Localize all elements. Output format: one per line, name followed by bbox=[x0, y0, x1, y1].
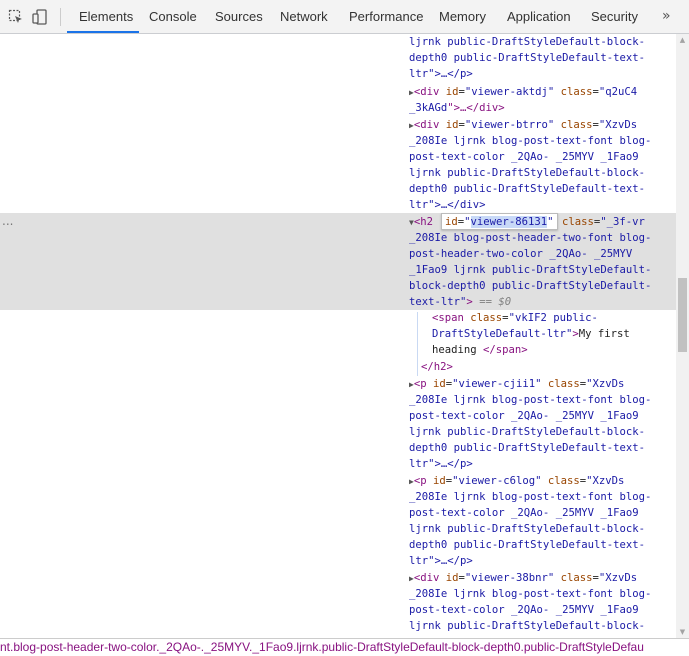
elements-tree: ... ljrnk public-DraftStyleDefault-block… bbox=[0, 34, 676, 638]
tree-line: depth0 public-DraftStyleDefault-text- bbox=[409, 52, 645, 64]
tree-line: post-header-two-color _2QAo- _25MYV bbox=[409, 248, 633, 260]
tree-line: ljrnk public-DraftStyleDefault-block- bbox=[409, 167, 645, 179]
active-tab-indicator bbox=[67, 31, 139, 33]
tree-line: _1Fao9 ljrnk public-DraftStyleDefault- bbox=[409, 264, 652, 276]
scroll-up-arrow-icon[interactable]: ▲ bbox=[676, 34, 689, 46]
tab-elements[interactable]: Elements bbox=[79, 0, 133, 33]
tree-line: _208Ie ljrnk blog-post-text-font blog- bbox=[409, 135, 652, 147]
tree-line: ltr">…</div> bbox=[409, 199, 486, 211]
tree-line: heading </span> bbox=[432, 344, 528, 356]
tree-line: DraftStyleDefault-ltr">My first bbox=[432, 328, 630, 340]
tab-console[interactable]: Console bbox=[149, 0, 197, 33]
tab-performance[interactable]: Performance bbox=[349, 0, 423, 33]
toolbar-separator bbox=[60, 8, 61, 26]
tree-line: post-text-color _2QAo- _25MYV _1Fao9 bbox=[409, 151, 639, 163]
breadcrumb[interactable]: nt.blog-post-header-two-color._2QAo-._25… bbox=[0, 638, 689, 656]
tab-sources[interactable]: Sources bbox=[215, 0, 263, 33]
tree-line: ljrnk public-DraftStyleDefault-block- bbox=[409, 36, 645, 48]
tab-application[interactable]: Application bbox=[507, 0, 571, 33]
scroll-down-arrow-icon[interactable]: ▼ bbox=[676, 626, 689, 638]
vertical-scrollbar[interactable]: ▲ ▼ bbox=[676, 34, 689, 638]
more-tabs-icon[interactable]: » bbox=[662, 0, 671, 33]
tree-node-h2-selected[interactable]: ▼<h2 bbox=[409, 214, 433, 230]
tree-line: _208Ie blog-post-header-two-font blog- bbox=[409, 232, 652, 244]
tree-line: _3kAGd">…</div> bbox=[409, 102, 505, 114]
tree-line: post-text-color _2QAo- _25MYV _1Fao9 bbox=[409, 410, 639, 422]
tree-line: ltr">…</p> bbox=[409, 68, 473, 80]
node-actions-ellipsis[interactable]: ... bbox=[2, 213, 13, 229]
tree-line: block-depth0 public-DraftStyleDefault- bbox=[409, 280, 652, 292]
device-toolbar-icon[interactable] bbox=[32, 9, 48, 25]
tree-line: post-text-color _2QAo- _25MYV _1Fao9 bbox=[409, 604, 639, 616]
tree-line: depth0 public-DraftStyleDefault-text- bbox=[409, 183, 645, 195]
tree-line: _208Ie ljrnk blog-post-text-font blog- bbox=[409, 588, 652, 600]
tree-line: ltr">…</p> bbox=[409, 458, 473, 470]
attribute-edit-text[interactable]: id="viewer-86131" bbox=[445, 214, 553, 230]
tree-line: depth0 public-DraftStyleDefault-text- bbox=[409, 442, 645, 454]
tree-node-span[interactable]: <span class="vkIF2 public- bbox=[432, 310, 598, 326]
tree-line: class="_3f-vr bbox=[562, 216, 645, 228]
tree-line: post-text-color _2QAo- _25MYV _1Fao9 bbox=[409, 507, 639, 519]
tree-line: _208Ie ljrnk blog-post-text-font blog- bbox=[409, 394, 652, 406]
tab-memory[interactable]: Memory bbox=[439, 0, 486, 33]
inspect-element-icon[interactable] bbox=[8, 9, 24, 25]
tree-line: ljrnk public-DraftStyleDefault-block- bbox=[409, 426, 645, 438]
tree-node-h2-close: </h2> bbox=[421, 361, 453, 373]
devtools-toolbar: Elements Console Sources Network Perform… bbox=[0, 0, 689, 34]
tab-network[interactable]: Network bbox=[280, 0, 328, 33]
tree-line: ltr">…</p> bbox=[409, 555, 473, 567]
tree-node-div-aktdj[interactable]: ▶<div id="viewer-aktdj" class="q2uC4 bbox=[409, 84, 637, 100]
tree-line: ljrnk public-DraftStyleDefault-block- bbox=[409, 620, 645, 632]
tree-node-p-cjii1[interactable]: ▶<p id="viewer-cjii1" class="XzvDs bbox=[409, 376, 624, 392]
indent-guide bbox=[417, 312, 418, 376]
tab-security[interactable]: Security bbox=[591, 0, 638, 33]
tree-node-div-38bnr[interactable]: ▶<div id="viewer-38bnr" class="XzvDs bbox=[409, 570, 637, 586]
tree-line: ljrnk public-DraftStyleDefault-block- bbox=[409, 523, 645, 535]
tree-line: _208Ie ljrnk blog-post-text-font blog- bbox=[409, 491, 652, 503]
tree-line: text-ltr"> == $0 bbox=[409, 296, 512, 308]
scrollbar-thumb[interactable] bbox=[678, 278, 687, 352]
tree-node-div-btrro[interactable]: ▶<div id="viewer-btrro" class="XzvDs bbox=[409, 117, 637, 133]
tree-line: depth0 public-DraftStyleDefault-text- bbox=[409, 539, 645, 551]
tree-node-p-c6log[interactable]: ▶<p id="viewer-c6log" class="XzvDs bbox=[409, 473, 624, 489]
